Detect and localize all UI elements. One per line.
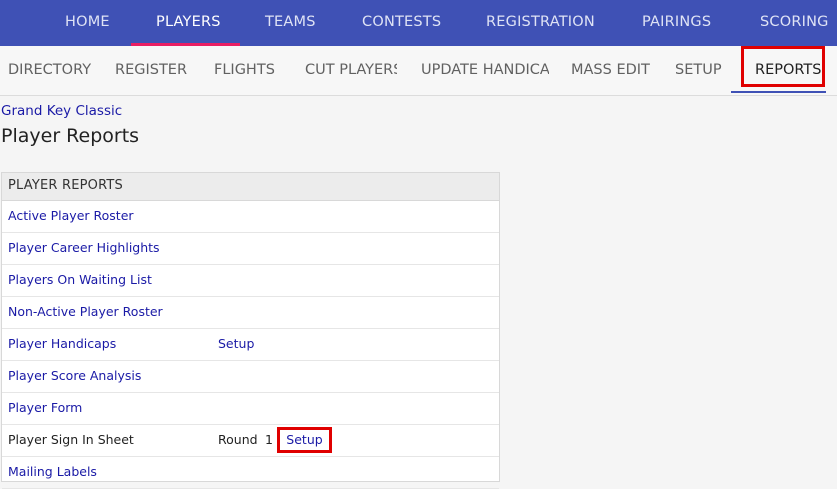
top-nav-pairings[interactable]: PAIRINGS <box>642 0 711 46</box>
report-link-player-form[interactable]: Player Form <box>8 393 82 423</box>
report-link-player-career-highlights[interactable]: Player Career Highlights <box>8 233 160 263</box>
sub-nav-register[interactable]: REGISTER <box>115 46 187 94</box>
report-label-player-sign-in-sheet: Player Sign In Sheet <box>8 432 134 447</box>
handicaps-setup-link[interactable]: Setup <box>218 329 254 359</box>
sub-nav-cut-players[interactable]: CUT PLAYERS <box>305 46 397 94</box>
report-row: Player Sign In Sheet Round 1 Setup <box>2 425 499 457</box>
report-link-players-on-waiting-list[interactable]: Players On Waiting List <box>8 265 152 295</box>
report-row: Non-Active Player Roster <box>2 297 499 329</box>
top-nav-contests[interactable]: CONTESTS <box>362 0 441 46</box>
report-row: Players On Waiting List <box>2 265 499 297</box>
reports-highlight-box <box>741 46 825 87</box>
sub-nav-directory[interactable]: DIRECTORY <box>8 46 91 94</box>
round-value[interactable]: 1 <box>265 425 273 455</box>
report-row: Player Score Analysis <box>2 361 499 393</box>
report-link-active-player-roster[interactable]: Active Player Roster <box>8 201 134 231</box>
sub-nav-update-handicap[interactable]: UPDATE HANDICA <box>421 46 549 94</box>
report-row: Mailing Labels <box>2 457 499 489</box>
sub-nav-mass-edit[interactable]: MASS EDIT <box>571 46 650 94</box>
top-nav: HOME PLAYERS TEAMS CONTESTS REGISTRATION… <box>0 0 837 46</box>
top-nav-home[interactable]: HOME <box>65 0 110 46</box>
tournament-link[interactable]: Grand Key Classic <box>1 103 122 119</box>
report-row: Player Form <box>2 393 499 425</box>
sign-in-sheet-setup-link[interactable]: Setup <box>277 427 332 453</box>
top-nav-registration[interactable]: REGISTRATION <box>486 0 595 46</box>
top-nav-scoring[interactable]: SCORING <box>760 0 829 46</box>
panel-title: PLAYER REPORTS <box>2 173 499 201</box>
sub-nav-setup[interactable]: SETUP <box>675 46 722 94</box>
report-link-non-active-player-roster[interactable]: Non-Active Player Roster <box>8 297 163 327</box>
active-subtab-indicator <box>731 91 826 93</box>
top-nav-players[interactable]: PLAYERS <box>156 0 221 46</box>
report-row: Player Handicaps Setup <box>2 329 499 361</box>
report-link-player-score-analysis[interactable]: Player Score Analysis <box>8 361 141 391</box>
report-link-mailing-labels[interactable]: Mailing Labels <box>8 457 97 487</box>
sub-nav-flights[interactable]: FLIGHTS <box>214 46 275 94</box>
report-link-player-handicaps[interactable]: Player Handicaps <box>8 329 116 359</box>
report-row: Player Career Highlights <box>2 233 499 265</box>
report-row: Active Player Roster <box>2 201 499 233</box>
round-label: Round <box>218 432 258 447</box>
top-nav-teams[interactable]: TEAMS <box>265 0 316 46</box>
page-title: Player Reports <box>1 125 140 147</box>
sub-nav: DIRECTORY REGISTER FLIGHTS CUT PLAYERS U… <box>0 46 837 96</box>
player-reports-panel: PLAYER REPORTS Active Player Roster Play… <box>1 172 500 489</box>
